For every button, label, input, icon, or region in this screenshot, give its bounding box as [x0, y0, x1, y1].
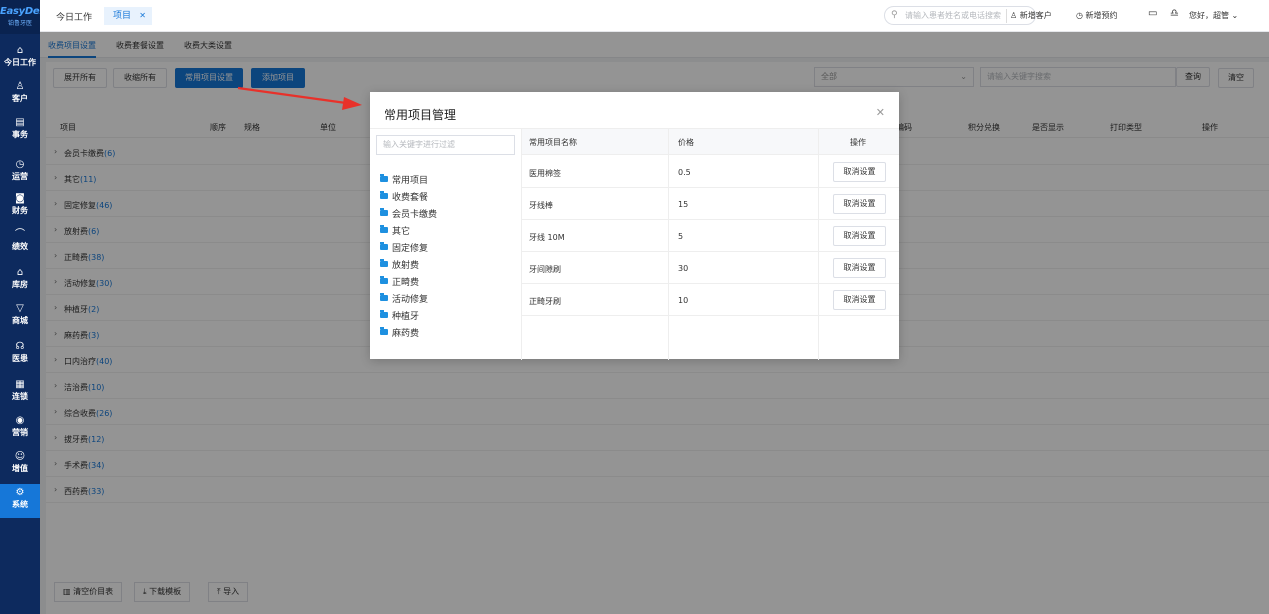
- folder-icon: [380, 242, 388, 250]
- item-price: 30: [678, 264, 689, 273]
- folder-icon: [380, 327, 388, 335]
- folder-icon: [380, 259, 388, 267]
- item-name: 医用棉签: [529, 169, 561, 178]
- item-price: 5: [678, 232, 684, 241]
- tree-node[interactable]: 种植牙: [380, 309, 419, 322]
- item-price: 15: [678, 200, 689, 209]
- common-items-table: 常用项目名称 价格 操作 医用棉签 0.5 取消设置 牙线棒 15 取消设置 牙…: [522, 129, 899, 360]
- tree-node[interactable]: 麻药费: [380, 326, 419, 339]
- tree-filter-input[interactable]: 输入关键字进行过滤: [376, 135, 515, 155]
- tree-node[interactable]: 常用项目: [380, 173, 428, 186]
- folder-icon: [380, 174, 388, 182]
- folder-icon: [380, 225, 388, 233]
- folder-icon: [380, 310, 388, 318]
- tree-node[interactable]: 收费套餐: [380, 190, 428, 203]
- item-name: 牙线棒: [529, 201, 553, 210]
- category-tree-pane: 输入关键字进行过滤 常用项目 收费套餐 会员卡缴费 其它 固定修复 放射费 正畸…: [370, 129, 522, 360]
- cancel-setting-button[interactable]: 取消设置: [833, 226, 886, 246]
- arrow-line: [237, 86, 347, 105]
- common-items-modal: 常用项目管理 ✕ 输入关键字进行过滤 常用项目 收费套餐 会员卡缴费 其它 固定…: [370, 92, 899, 360]
- cancel-setting-button[interactable]: 取消设置: [833, 162, 886, 182]
- folder-icon: [380, 293, 388, 301]
- common-item-row: 牙线棒 15 取消设置: [522, 188, 899, 220]
- arrow-head: [342, 97, 362, 110]
- item-name: 正畸牙刷: [529, 297, 561, 306]
- common-item-row: 牙线 10M 5 取消设置: [522, 220, 899, 252]
- common-item-row: 牙间隙刷 30 取消设置: [522, 252, 899, 284]
- common-items-header: 常用项目名称 价格 操作: [522, 129, 899, 155]
- folder-icon: [380, 276, 388, 284]
- folder-icon: [380, 191, 388, 199]
- item-price: 10: [678, 296, 689, 305]
- tree-node[interactable]: 正畸费: [380, 275, 419, 288]
- tree-node[interactable]: 固定修复: [380, 241, 428, 254]
- cancel-setting-button[interactable]: 取消设置: [833, 258, 886, 278]
- th-operations: 操作: [850, 138, 866, 147]
- close-icon[interactable]: ✕: [876, 106, 885, 119]
- item-price: 0.5: [678, 168, 691, 177]
- tree-node[interactable]: 活动修复: [380, 292, 428, 305]
- item-name: 牙线 10M: [529, 233, 565, 242]
- tree-node[interactable]: 其它: [380, 224, 410, 237]
- th-price: 价格: [678, 138, 694, 147]
- folder-icon: [380, 208, 388, 216]
- common-item-row: 正畸牙刷 10 取消设置: [522, 284, 899, 316]
- common-item-row: 医用棉签 0.5 取消设置: [522, 156, 899, 188]
- modal-body: 输入关键字进行过滤 常用项目 收费套餐 会员卡缴费 其它 固定修复 放射费 正畸…: [370, 128, 899, 360]
- cancel-setting-button[interactable]: 取消设置: [833, 194, 886, 214]
- cancel-setting-button[interactable]: 取消设置: [833, 290, 886, 310]
- item-name: 牙间隙刷: [529, 265, 561, 274]
- tree-node[interactable]: 会员卡缴费: [380, 207, 437, 220]
- th-item-name: 常用项目名称: [529, 138, 577, 147]
- tree-node[interactable]: 放射费: [380, 258, 419, 271]
- modal-title: 常用项目管理: [384, 108, 457, 122]
